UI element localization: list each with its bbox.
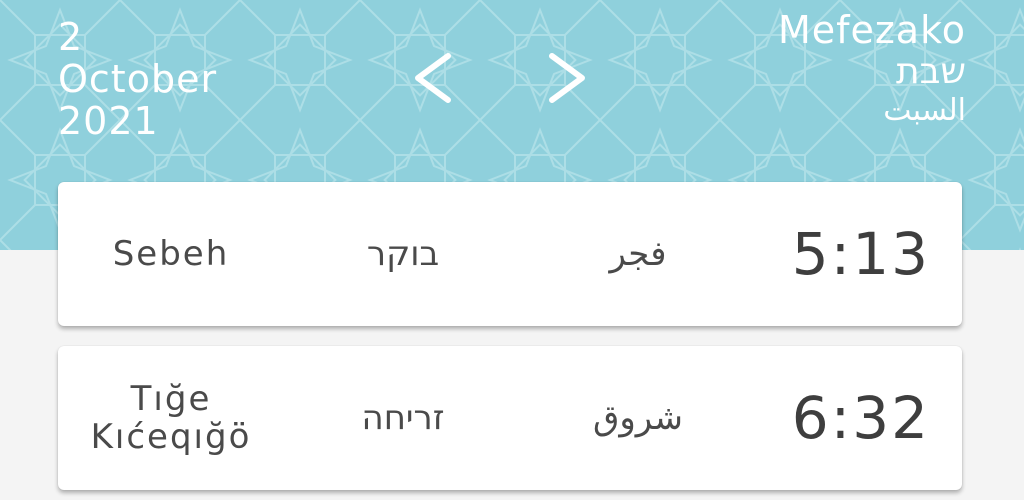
chevron-left-icon bbox=[415, 53, 451, 103]
date-year: 2021 bbox=[58, 99, 159, 143]
weekday-local: Mefezako bbox=[777, 8, 966, 52]
prayer-name-local: Sebeh bbox=[112, 234, 230, 274]
prayer-time-value: 5:13 bbox=[791, 220, 930, 288]
prayer-time-value: 6:32 bbox=[791, 384, 930, 452]
prayer-name-hebrew: זריחה bbox=[361, 398, 445, 438]
prayer-name-hebrew: בוקר bbox=[366, 234, 440, 274]
prayer-name-arabic: فجر bbox=[609, 234, 667, 274]
date-display: 2 October 2021 bbox=[58, 16, 217, 142]
chevron-right-icon bbox=[549, 53, 585, 103]
prayer-time-card[interactable]: Sebeh בוקר فجر 5:13 bbox=[58, 182, 962, 326]
next-day-button[interactable] bbox=[536, 48, 596, 108]
weekday-hebrew: שבת bbox=[896, 51, 966, 92]
prayer-name-arabic: شروق bbox=[592, 398, 684, 438]
weekday-display: Mefezako שבת السبت bbox=[778, 8, 966, 130]
prayer-time-card[interactable]: Tığe Kıćeqığö זריחה شروق 6:32 bbox=[58, 346, 962, 490]
date-day: 2 bbox=[58, 15, 84, 59]
previous-day-button[interactable] bbox=[404, 48, 464, 108]
date-month: October bbox=[58, 57, 218, 101]
prayer-name-local: Tığe Kıćeqığö bbox=[90, 379, 252, 457]
weekday-arabic: السبت bbox=[883, 93, 966, 128]
